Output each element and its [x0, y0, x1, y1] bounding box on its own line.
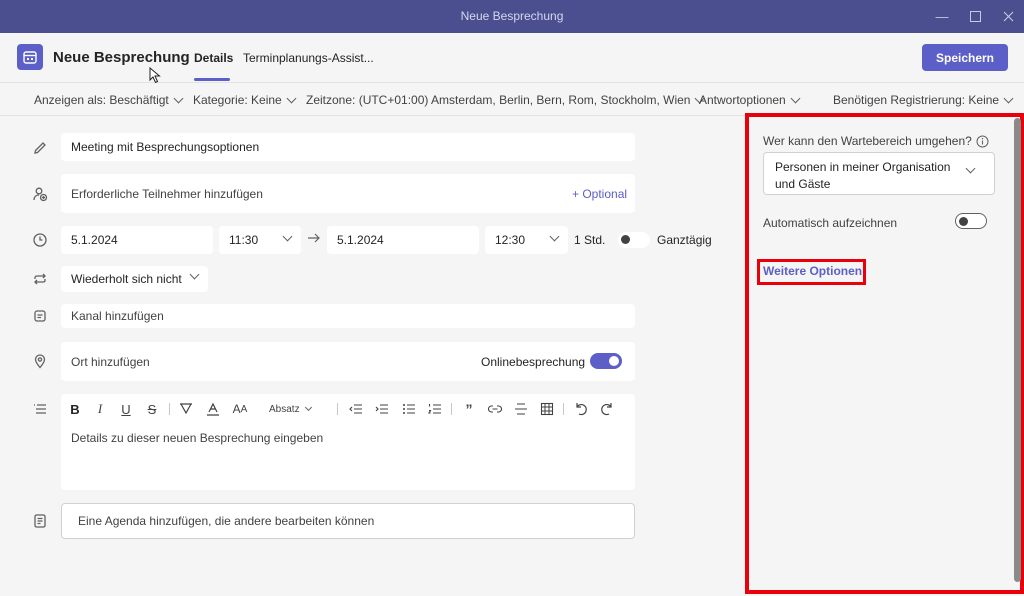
tab-details[interactable]: Details	[194, 51, 233, 65]
add-person-icon	[31, 185, 49, 203]
horizontal-line-icon[interactable]	[513, 401, 529, 417]
panel-scrollbar[interactable]	[1014, 118, 1021, 582]
all-day-toggle[interactable]	[618, 232, 650, 248]
pencil-icon	[31, 139, 49, 157]
chevron-down-icon	[790, 93, 801, 103]
underline-icon[interactable]: U	[118, 401, 134, 417]
attendees-input[interactable]: Erforderliche Teilnehmer hinzufügen	[61, 174, 635, 213]
table-icon[interactable]	[539, 401, 555, 417]
start-date-input[interactable]: 5.1.2024	[61, 226, 213, 254]
clock-icon	[31, 231, 49, 249]
lobby-bypass-select[interactable]: Personen in meiner Organisation und Gäst…	[763, 152, 995, 195]
undo-icon[interactable]	[573, 401, 589, 417]
lobby-bypass-heading: Wer kann den Wartebereich umgehen?	[763, 134, 989, 148]
details-list-icon	[31, 400, 49, 418]
calendar-app-icon	[17, 44, 43, 70]
font-color-icon[interactable]	[205, 401, 221, 417]
active-tab-indicator	[194, 78, 230, 81]
show-as-label: Anzeigen als: Beschäftigt	[34, 93, 169, 107]
optional-attendees-link[interactable]: + Optional	[572, 187, 627, 201]
agenda-placeholder: Eine Agenda hinzufügen, die andere bearb…	[78, 514, 375, 528]
chevron-down-icon	[286, 93, 297, 103]
online-meeting-label: Onlinebesprechung	[481, 355, 586, 369]
registration-dropdown[interactable]: Benötigen Registrierung: Keine	[833, 93, 1014, 107]
start-time-value: 11:30	[229, 233, 259, 247]
numbered-list-icon[interactable]	[427, 401, 443, 417]
link-icon[interactable]	[487, 401, 503, 417]
chevron-down-icon	[282, 231, 293, 242]
repeat-value: Wiederholt sich nicht	[71, 272, 182, 286]
location-icon	[31, 352, 49, 370]
response-options-label: Antwortoptionen	[699, 93, 786, 107]
chevron-down-icon	[304, 403, 312, 411]
agenda-icon	[31, 512, 49, 530]
category-dropdown[interactable]: Kategorie: Keine	[193, 93, 297, 107]
chevron-down-icon	[173, 93, 184, 103]
end-time-value: 12:30	[495, 233, 526, 247]
end-time-select[interactable]: 12:30	[485, 226, 568, 254]
toolbar-divider	[337, 403, 338, 415]
indent-icon[interactable]	[374, 401, 390, 417]
start-time-select[interactable]: 11:30	[219, 226, 301, 254]
repeat-icon	[31, 270, 49, 288]
maximize-icon[interactable]	[958, 0, 992, 33]
agenda-input[interactable]: Eine Agenda hinzufügen, die andere bearb…	[61, 503, 635, 539]
redo-icon[interactable]	[599, 401, 615, 417]
duration-label: 1 Std.	[574, 233, 606, 247]
repeat-select[interactable]: Wiederholt sich nicht	[61, 266, 208, 292]
close-icon[interactable]	[991, 0, 1024, 33]
arrow-right-icon	[307, 232, 321, 247]
save-button[interactable]: Speichern	[922, 44, 1008, 71]
window-titlebar: Neue Besprechung —	[0, 0, 1024, 33]
info-icon[interactable]	[976, 135, 989, 148]
bulleted-list-icon[interactable]	[401, 401, 417, 417]
italic-icon[interactable]: I	[92, 401, 108, 417]
bold-icon[interactable]: B	[67, 401, 83, 417]
window-title: Neue Besprechung	[460, 9, 564, 23]
online-meeting-toggle[interactable]	[590, 353, 622, 369]
channel-icon	[31, 307, 49, 325]
font-size-icon[interactable]: AA	[231, 401, 249, 417]
toolbar-divider	[563, 403, 564, 415]
meeting-options-bar: Anzeigen als: Beschäftigt Kategorie: Kei…	[0, 84, 1024, 116]
highlight-icon[interactable]	[178, 401, 194, 417]
end-date-input[interactable]: 5.1.2024	[327, 226, 479, 254]
lobby-bypass-value: Personen in meiner Organisation und Gäst…	[775, 160, 951, 191]
tab-scheduling-assistant[interactable]: Terminplanungs-Assist...	[243, 51, 374, 65]
timezone-dropdown[interactable]: Zeitzone: (UTC+01:00) Amsterdam, Berlin,…	[306, 93, 705, 107]
registration-label: Benötigen Registrierung: Keine	[833, 93, 1000, 107]
details-placeholder: Details zu dieser neuen Besprechung eing…	[71, 431, 324, 445]
location-placeholder: Ort hinzufügen	[71, 354, 150, 369]
meeting-title-input[interactable]: Meeting mit Besprechungsoptionen	[61, 133, 635, 161]
strikethrough-icon[interactable]: S	[144, 401, 160, 417]
toolbar-divider	[169, 403, 170, 415]
chevron-down-icon	[965, 163, 976, 174]
paragraph-style-select[interactable]: Absatz	[269, 401, 319, 417]
details-editor[interactable]: B I U S AA Absatz ” Details zu dieser ne	[61, 394, 635, 490]
chevron-down-icon	[1003, 93, 1014, 103]
quote-icon[interactable]: ”	[461, 401, 477, 417]
chevron-down-icon	[189, 269, 200, 280]
category-label: Kategorie: Keine	[193, 93, 282, 107]
lobby-bypass-label: Wer kann den Wartebereich umgehen?	[763, 134, 972, 148]
page-title: Neue Besprechung	[53, 49, 190, 66]
minimize-icon[interactable]: —	[925, 0, 959, 33]
outdent-icon[interactable]	[348, 401, 364, 417]
toolbar-divider	[451, 403, 452, 415]
auto-record-toggle[interactable]	[955, 213, 987, 229]
more-options-link[interactable]: Weitere Optionen	[763, 264, 862, 278]
attendees-placeholder: Erforderliche Teilnehmer hinzufügen	[71, 186, 263, 201]
show-as-dropdown[interactable]: Anzeigen als: Beschäftigt	[34, 93, 184, 107]
chevron-down-icon	[549, 231, 560, 242]
channel-input[interactable]: Kanal hinzufügen	[61, 304, 635, 328]
paragraph-style-value: Absatz	[269, 403, 300, 415]
response-options-dropdown[interactable]: Antwortoptionen	[699, 93, 801, 107]
all-day-label: Ganztägig	[657, 233, 712, 247]
timezone-label: Zeitzone: (UTC+01:00) Amsterdam, Berlin,…	[306, 93, 691, 107]
auto-record-label: Automatisch aufzeichnen	[763, 216, 898, 230]
